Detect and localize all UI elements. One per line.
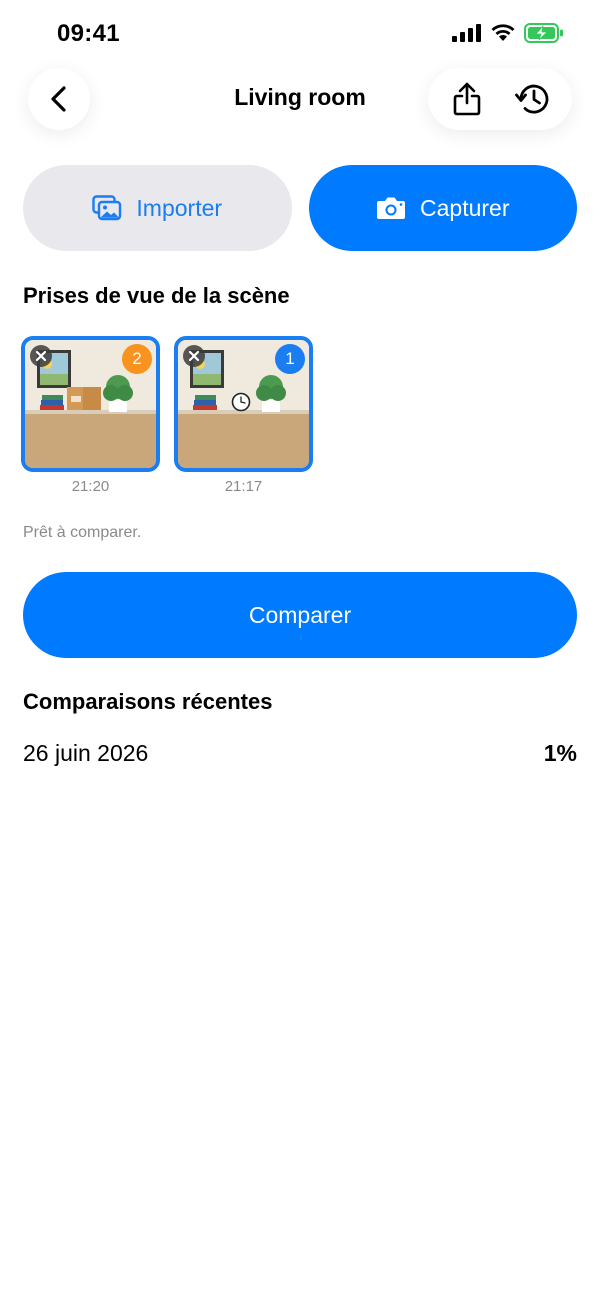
close-icon bbox=[35, 350, 47, 362]
recent-heading: Comparaisons récentes bbox=[23, 689, 273, 714]
import-label: Importer bbox=[136, 194, 223, 221]
navigation-bar: Living room bbox=[0, 62, 600, 148]
capture-button[interactable]: Capturer bbox=[308, 165, 577, 251]
shot-thumbnail[interactable]: 2 bbox=[21, 336, 160, 472]
shot-item: 1 21:17 bbox=[174, 336, 313, 495]
import-button[interactable]: Importer bbox=[23, 165, 292, 251]
recent-comparison-row[interactable]: 26 juin 2026 1% bbox=[23, 738, 577, 768]
close-icon bbox=[188, 350, 200, 362]
remove-shot-button[interactable] bbox=[30, 345, 52, 367]
status-time: 09:41 bbox=[57, 20, 120, 47]
source-buttons: Importer Capturer bbox=[23, 165, 577, 251]
compare-button[interactable]: Comparer bbox=[23, 572, 577, 658]
status-icons bbox=[452, 23, 564, 43]
shots-list: 2 21:20 1 21:17 bbox=[21, 336, 313, 495]
shot-item: 2 21:20 bbox=[21, 336, 160, 495]
status-bar: 09:41 bbox=[0, 0, 600, 62]
compare-label: Comparer bbox=[248, 601, 352, 628]
capture-label: Capturer bbox=[420, 194, 510, 221]
history-icon bbox=[515, 84, 549, 114]
recent-difference-value: 1% bbox=[543, 739, 577, 766]
cellular-signal-icon bbox=[452, 24, 481, 42]
shot-order-badge: 2 bbox=[122, 344, 152, 374]
share-icon bbox=[453, 82, 481, 116]
share-button[interactable] bbox=[441, 73, 493, 125]
remove-shot-button[interactable] bbox=[183, 345, 205, 367]
shot-order-badge: 1 bbox=[275, 344, 305, 374]
battery-charging-icon bbox=[524, 23, 563, 43]
wifi-icon bbox=[491, 24, 515, 41]
recent-date: 26 juin 2026 bbox=[23, 739, 149, 766]
shots-heading: Prises de vue de la scène bbox=[23, 283, 290, 308]
shot-time: 21:20 bbox=[71, 478, 110, 495]
shot-time: 21:17 bbox=[224, 478, 263, 495]
history-button[interactable] bbox=[507, 73, 559, 125]
shot-thumbnail[interactable]: 1 bbox=[174, 336, 313, 472]
photo-library-icon bbox=[92, 195, 122, 221]
camera-icon bbox=[377, 197, 405, 219]
ready-status-text: Prêt à comparer. bbox=[23, 524, 142, 541]
nav-actions-group bbox=[428, 68, 572, 130]
